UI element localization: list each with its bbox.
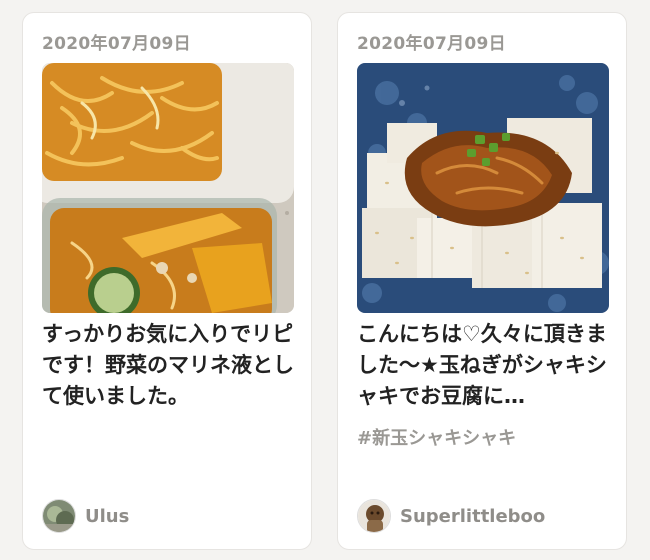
review-card[interactable]: 2020年07月09日 bbox=[22, 12, 312, 550]
user-avatar bbox=[357, 499, 391, 533]
review-author[interactable]: Ulus bbox=[42, 497, 129, 535]
user-avatar-icon bbox=[43, 500, 75, 532]
review-text: こんにちは♡久々に頂きました〜★玉ねぎがシャキシャキでお豆腐に… bbox=[357, 322, 607, 408]
review-text: すっかりお気に入りでリピです！野菜のマリネ液として使いました。 bbox=[42, 322, 294, 408]
review-date: 2020年07月09日 bbox=[357, 34, 506, 54]
review-photo[interactable] bbox=[357, 63, 609, 313]
review-card[interactable]: 2020年07月09日 bbox=[337, 12, 627, 550]
hashtag-link[interactable]: #新玉シャキシャキ bbox=[357, 424, 516, 450]
username: Ulus bbox=[85, 505, 130, 527]
review-author[interactable]: Superlittleboo bbox=[357, 497, 545, 535]
user-avatar bbox=[42, 499, 76, 533]
marinated-vegetables-photo-icon bbox=[42, 63, 294, 313]
tofu-with-onion-photo-icon bbox=[357, 63, 609, 313]
review-photo[interactable] bbox=[42, 63, 294, 313]
username: Superlittleboo bbox=[400, 505, 546, 527]
user-avatar-icon bbox=[358, 500, 390, 532]
review-date: 2020年07月09日 bbox=[42, 34, 191, 54]
